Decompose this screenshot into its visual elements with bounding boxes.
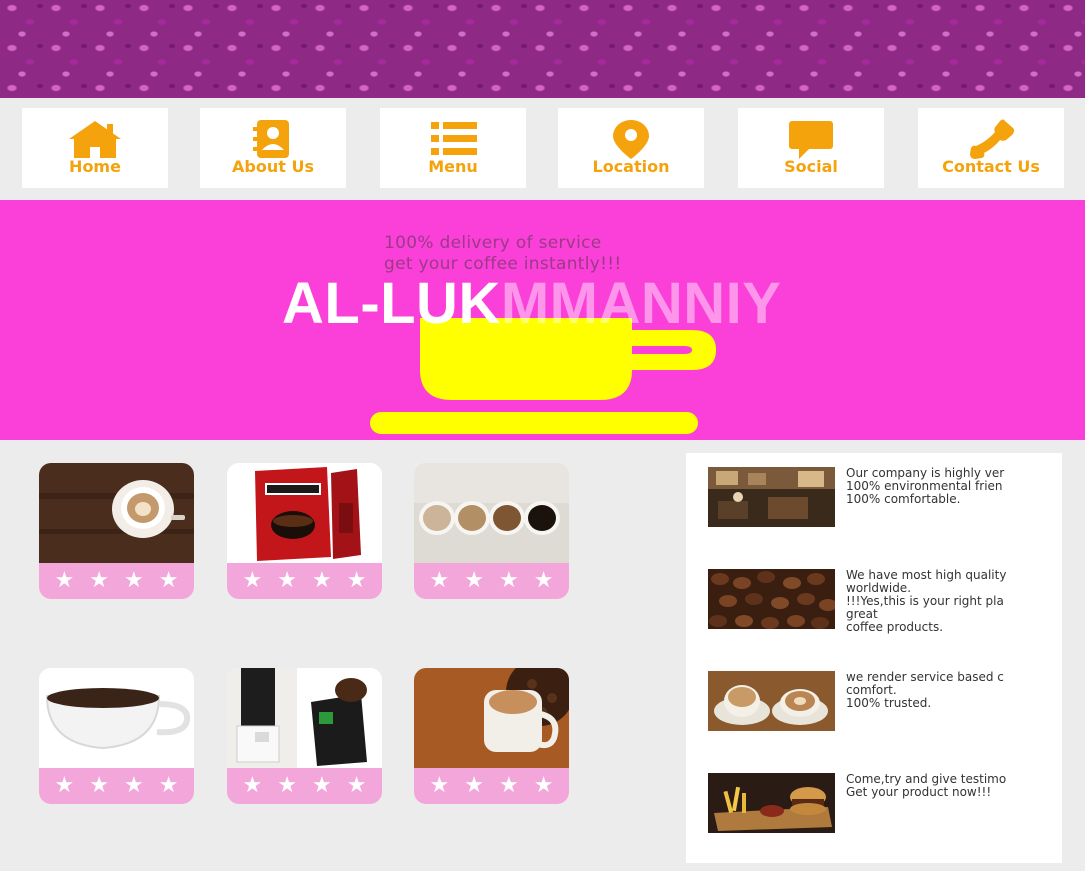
sidebar-item: we render service based c comfort. 100% … (708, 671, 1062, 741)
rating-stars: ★ ★ ★ ★ (414, 563, 569, 599)
sidebar-item-text: We have most high quality worldwide. !!!… (846, 569, 1007, 634)
star-icon: ★ (429, 568, 450, 593)
rating-stars: ★ ★ ★ ★ (414, 768, 569, 804)
star-icon: ★ (499, 568, 519, 593)
nav-social[interactable]: Social (738, 108, 884, 188)
info-sidebar: Our company is highly ver 100% environme… (686, 453, 1062, 863)
star-icon: ★ (346, 568, 367, 593)
product-card[interactable]: ★ ★ ★ ★ (227, 463, 382, 599)
star-icon: ★ (312, 568, 332, 593)
rating-stars: ★ ★ ★ ★ (227, 563, 382, 599)
product-card[interactable]: ★ ★ ★ ★ (39, 463, 194, 599)
star-icon: ★ (277, 773, 297, 798)
star-icon: ★ (464, 773, 484, 798)
star-icon: ★ (499, 773, 519, 798)
hero-tagline: 100% delivery of service get your coffee… (384, 233, 622, 275)
product-image-cup-on-beans (414, 668, 569, 768)
product-image-coffee-press (227, 668, 382, 768)
product-image-nescafe (227, 463, 382, 563)
product-image-four-cups (414, 463, 569, 563)
sidebar-item: Our company is highly ver 100% environme… (708, 467, 1062, 537)
product-image-latte (39, 463, 194, 563)
star-icon: ★ (54, 568, 75, 593)
header-banner (0, 0, 1085, 98)
coffee-beans-image (708, 569, 835, 629)
brand-title-faded: MMANNIY (500, 271, 782, 336)
star-icon: ★ (89, 568, 109, 593)
phone-icon (970, 119, 1015, 159)
two-coffee-cups-image (708, 671, 835, 731)
star-icon: ★ (54, 773, 75, 798)
nav-about-us[interactable]: About Us (200, 108, 346, 188)
star-icon: ★ (89, 773, 109, 798)
contact-book-icon (253, 120, 289, 158)
sidebar-item-text: Come,try and give testimo Get your produ… (846, 773, 1007, 799)
star-icon: ★ (533, 773, 554, 798)
rating-stars: ★ ★ ★ ★ (39, 563, 194, 599)
tagline-line-1: 100% delivery of service (384, 233, 602, 253)
product-card[interactable]: ★ ★ ★ ★ (227, 668, 382, 804)
product-card[interactable]: ★ ★ ★ ★ (414, 463, 569, 599)
brand-title: AL-LUKMMANNIY (282, 272, 781, 336)
star-icon: ★ (242, 568, 263, 593)
hero-section: 100% delivery of service get your coffee… (0, 200, 1085, 440)
list-icon (431, 122, 477, 155)
product-card[interactable]: ★ ★ ★ ★ (414, 668, 569, 804)
star-icon: ★ (312, 773, 332, 798)
chat-bubble-icon (789, 121, 833, 159)
product-image-black-coffee (39, 668, 194, 768)
home-icon (69, 121, 121, 158)
star-icon: ★ (158, 568, 179, 593)
sidebar-item: We have most high quality worldwide. !!!… (708, 569, 1062, 639)
food-platter-image (708, 773, 835, 833)
rating-stars: ★ ★ ★ ★ (39, 768, 194, 804)
cafe-interior-image (708, 467, 835, 527)
star-icon: ★ (429, 773, 450, 798)
nav-contact-us[interactable]: Contact Us (918, 108, 1064, 188)
nav-menu[interactable]: Menu (380, 108, 526, 188)
star-icon: ★ (242, 773, 263, 798)
product-card[interactable]: ★ ★ ★ ★ (39, 668, 194, 804)
sidebar-item-text: Our company is highly ver 100% environme… (846, 467, 1005, 506)
star-icon: ★ (464, 568, 484, 593)
rating-stars: ★ ★ ★ ★ (227, 768, 382, 804)
nav-location[interactable]: Location (558, 108, 704, 188)
star-icon: ★ (158, 773, 179, 798)
main-nav: Home About Us Menu Location Social Conta… (0, 98, 1085, 200)
brand-title-bold: AL-LUK (282, 271, 501, 336)
sidebar-item-text: we render service based c comfort. 100% … (846, 671, 1004, 710)
nav-home[interactable]: Home (22, 108, 168, 188)
map-pin-icon (613, 120, 649, 159)
star-icon: ★ (277, 568, 297, 593)
star-icon: ★ (124, 568, 144, 593)
star-icon: ★ (533, 568, 554, 593)
star-icon: ★ (346, 773, 367, 798)
sidebar-item: Come,try and give testimo Get your produ… (708, 773, 1062, 843)
star-icon: ★ (124, 773, 144, 798)
